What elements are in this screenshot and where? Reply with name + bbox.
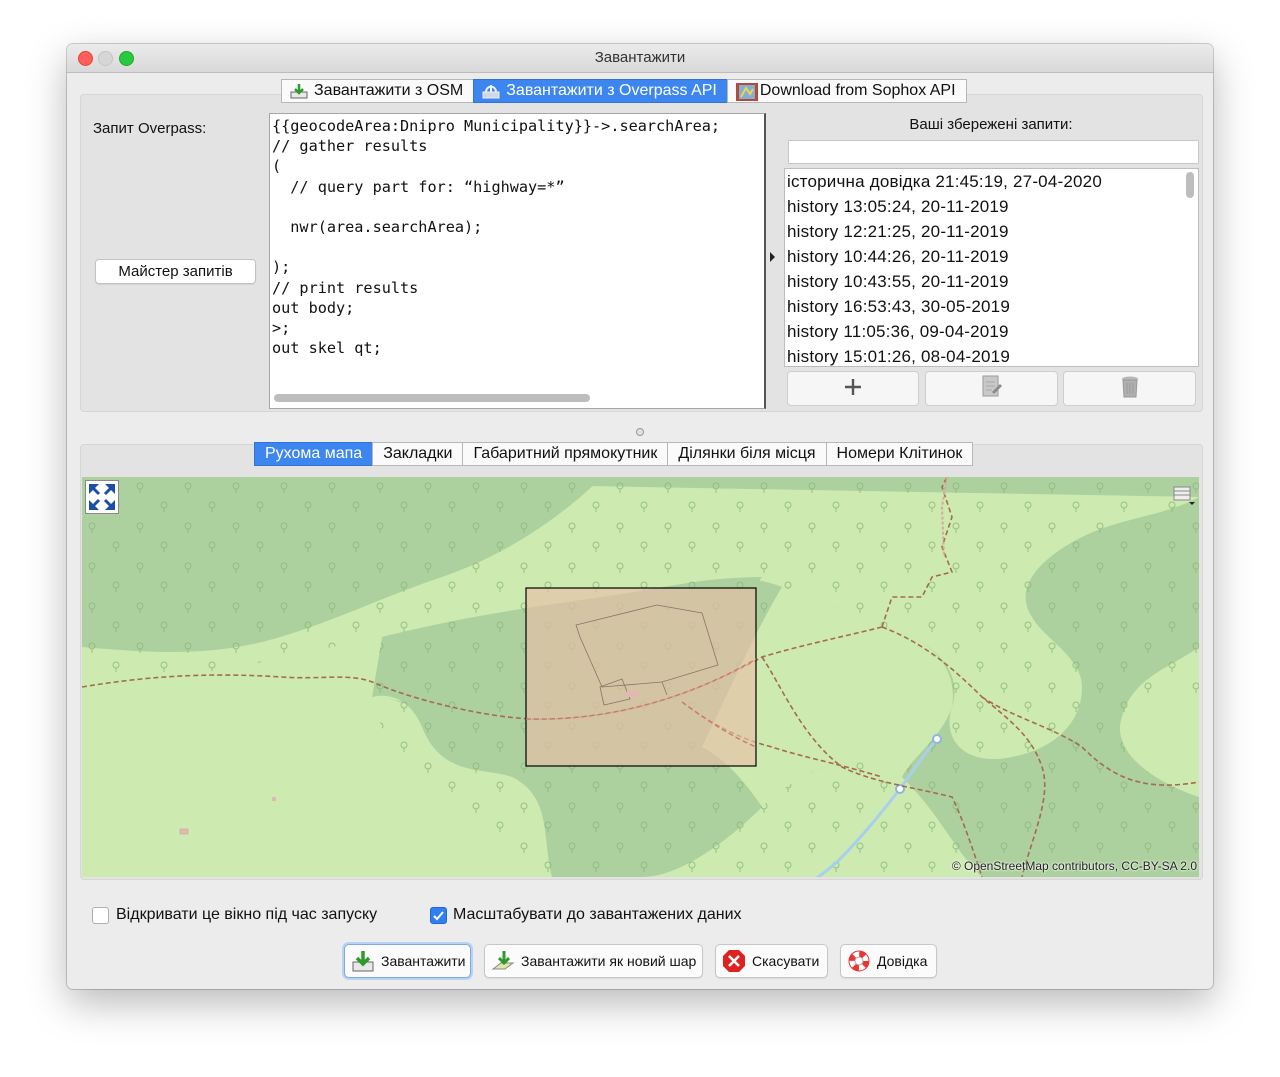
query-wizard-button[interactable]: Майстер запитів [95, 259, 256, 284]
tab-download-osm[interactable]: Завантажити з OSM [281, 79, 475, 103]
map-attribution[interactable]: © OpenStreetMap contributors, CC-BY-SA 2… [952, 859, 1197, 873]
map-expand-button[interactable] [85, 480, 119, 514]
saved-queries-filter-input[interactable] [788, 140, 1199, 164]
source-tabs: Завантажити з OSM Завантажити з Overpass… [281, 79, 967, 103]
map-tabs: Рухома мапа Закладки Габаритний прямокут… [254, 442, 974, 466]
zoom-to-data-checkbox[interactable] [430, 907, 447, 924]
layers-icon [1173, 486, 1195, 505]
saved-list-scrollbar[interactable] [1185, 171, 1196, 364]
tab-tile-numbers[interactable]: Номери Клітинок [825, 442, 974, 466]
download-icon [351, 949, 375, 973]
list-item[interactable]: історична довідка 21:45:19, 27-04-2020 [785, 169, 1198, 194]
saved-queries-title: Ваші збережені запити: [909, 116, 1073, 133]
map-node [932, 734, 942, 744]
window-title: Завантажити [594, 49, 686, 66]
overpass-icon [482, 83, 500, 99]
download-as-new-layer-button[interactable]: Завантажити як новий шар [484, 944, 703, 978]
title-bar: Завантажити [67, 44, 1213, 73]
map-canvas[interactable] [82, 477, 1199, 877]
cancel-icon [722, 949, 746, 973]
query-text[interactable]: {{geocodeArea:Dnipro Municipality}}->.se… [270, 114, 764, 358]
slippy-map[interactable]: © OpenStreetMap contributors, CC-BY-SA 2… [82, 477, 1199, 877]
collapse-arrow-icon[interactable] [770, 252, 775, 262]
zoom-to-data-label[interactable]: Масштабувати до завантажених даних [453, 906, 742, 924]
add-query-button[interactable] [787, 371, 919, 406]
edit-query-button[interactable] [925, 371, 1058, 406]
list-item[interactable]: history 11:05:36, 09-04-2019 [785, 319, 1198, 344]
edit-icon [981, 375, 1003, 403]
delete-query-button[interactable] [1063, 371, 1196, 406]
list-item[interactable]: history 13:05:24, 20-11-2019 [785, 194, 1198, 219]
query-editor[interactable]: {{geocodeArea:Dnipro Municipality}}->.se… [269, 113, 766, 409]
list-item[interactable]: history 12:21:25, 20-11-2019 [785, 219, 1198, 244]
help-button[interactable]: Довідка [840, 944, 937, 978]
tab-download-overpass[interactable]: Завантажити з Overpass API [473, 79, 728, 103]
trash-icon [1120, 375, 1140, 403]
list-item[interactable]: history 10:43:55, 20-11-2019 [785, 269, 1198, 294]
open-on-startup-checkbox[interactable] [92, 907, 109, 924]
list-item[interactable]: history 10:44:26, 20-11-2019 [785, 244, 1198, 269]
cancel-button[interactable]: Скасувати [715, 944, 828, 978]
sophox-icon [735, 83, 758, 101]
download-new-layer-icon [491, 949, 515, 973]
tab-bookmarks[interactable]: Закладки [372, 442, 464, 466]
download-button[interactable]: Завантажити [344, 944, 471, 978]
plus-icon [843, 377, 863, 401]
tab-download-sophox[interactable]: Download from Sophox API [726, 79, 967, 103]
building-shape [179, 828, 189, 835]
saved-queries-list[interactable]: історична довідка 21:45:19, 27-04-2020 h… [784, 168, 1199, 367]
lifebuoy-icon [847, 949, 871, 973]
building-shape [272, 797, 276, 801]
query-horizontal-scrollbar[interactable] [272, 391, 762, 405]
tab-slippy-map[interactable]: Рухома мапа [254, 442, 374, 466]
download-dialog: Завантажити Завантажити з OSM Завантажит… [67, 44, 1213, 989]
query-label: Запит Overpass: [93, 120, 207, 137]
checkmark-icon [433, 911, 444, 921]
tab-areas-around-places[interactable]: Ділянки біля місця [667, 442, 827, 466]
layer-switcher-button[interactable] [1173, 485, 1195, 505]
open-on-startup-label[interactable]: Відкривати це вікно під час запуску [116, 906, 377, 924]
download-icon [290, 83, 308, 99]
tab-bounding-box[interactable]: Габаритний прямокутник [462, 442, 669, 466]
list-item[interactable]: history 15:01:26, 08-04-2019 [785, 344, 1198, 366]
split-pane-divider[interactable] [67, 426, 1213, 436]
list-item[interactable]: history 16:53:43, 30-05-2019 [785, 294, 1198, 319]
expand-arrows-icon [87, 482, 117, 512]
